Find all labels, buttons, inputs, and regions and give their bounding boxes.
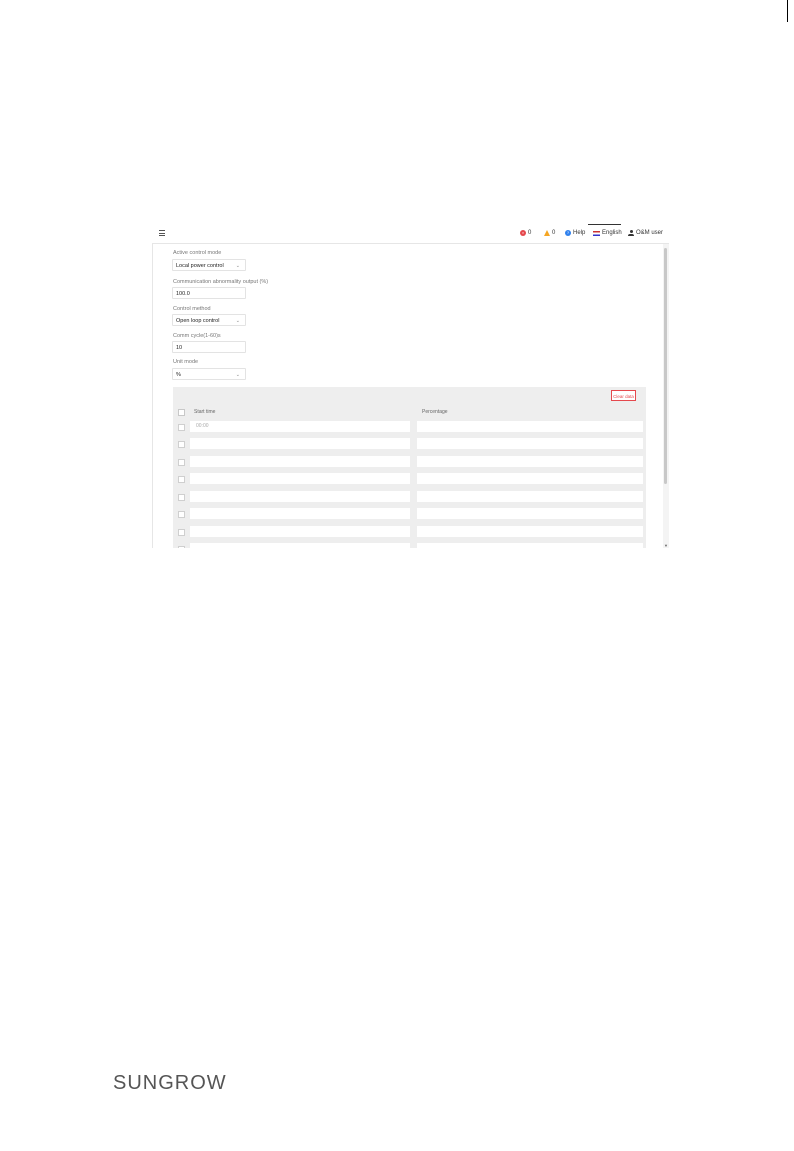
table-row xyxy=(173,489,646,506)
help-icon: ? xyxy=(565,230,571,236)
start-time-input[interactable] xyxy=(190,526,410,537)
language-label: English xyxy=(602,230,622,236)
percentage-input[interactable] xyxy=(417,473,643,484)
table-row xyxy=(173,506,646,523)
vertical-scrollbar[interactable]: ▼ xyxy=(663,244,669,548)
percentage-input[interactable] xyxy=(417,543,643,548)
error-icon: × xyxy=(520,230,526,236)
row-checkbox[interactable] xyxy=(178,424,185,431)
comm-abnormality-output-input[interactable]: 100.0 xyxy=(172,287,246,299)
table-row xyxy=(173,471,646,488)
table-row xyxy=(173,436,646,453)
warning-count[interactable]: 0 xyxy=(544,230,555,236)
flag-icon xyxy=(593,230,600,236)
column-percentage: Percentage xyxy=(422,409,448,415)
user-icon xyxy=(628,230,634,236)
user-label: O&M user xyxy=(636,230,664,236)
start-time-input[interactable] xyxy=(190,491,410,502)
top-bar: × 0 0 ? Help English O&M user xyxy=(152,223,669,243)
start-time-input[interactable] xyxy=(190,543,410,548)
control-method-value: Open loop control xyxy=(176,318,220,324)
row-checkbox[interactable] xyxy=(178,546,185,548)
language-selector[interactable]: English xyxy=(593,230,622,236)
comm-cycle-label: Comm cycle(1-60)s xyxy=(173,333,221,339)
table-row xyxy=(173,454,646,471)
percentage-input[interactable] xyxy=(417,526,643,537)
percentage-input[interactable] xyxy=(417,456,643,467)
language-underline xyxy=(588,224,621,225)
active-control-mode-label: Active control mode xyxy=(173,250,222,256)
start-time-input[interactable]: 00:00 xyxy=(190,421,410,432)
row-checkbox[interactable] xyxy=(178,511,185,518)
comm-abnormality-output-value: 100.0 xyxy=(176,291,190,297)
warning-icon xyxy=(544,230,550,236)
scrollbar-thumb[interactable] xyxy=(664,248,667,484)
percentage-input[interactable] xyxy=(417,491,643,502)
unit-mode-label: Unit mode xyxy=(173,359,199,365)
start-time-input[interactable] xyxy=(190,508,410,519)
active-control-mode-value: Local power control xyxy=(176,263,224,269)
row-checkbox[interactable] xyxy=(178,529,185,536)
screenshot-frame: × 0 0 ? Help English O&M user Active con… xyxy=(152,223,669,548)
help-label: Help xyxy=(573,230,586,236)
table-header: Start time Percentage xyxy=(173,406,646,418)
page-corner-line xyxy=(787,0,788,22)
unit-mode-value: % xyxy=(176,372,181,378)
warning-count-label: 0 xyxy=(552,230,556,236)
start-time-input[interactable] xyxy=(190,438,410,449)
control-method-select[interactable]: Open loop control ⌄ xyxy=(172,314,246,326)
percentage-input[interactable] xyxy=(417,421,643,432)
row-checkbox[interactable] xyxy=(178,476,185,483)
clear-data-button[interactable]: Clear data xyxy=(611,390,636,401)
column-start-time: Start time xyxy=(194,409,216,415)
error-count-label: 0 xyxy=(528,230,532,236)
comm-cycle-value: 10 xyxy=(176,345,183,351)
control-method-label: Control method xyxy=(173,306,211,312)
start-time-input[interactable] xyxy=(190,456,410,467)
percentage-input[interactable] xyxy=(417,438,643,449)
row-checkbox[interactable] xyxy=(178,494,185,501)
unit-mode-select[interactable]: % ⌄ xyxy=(172,368,246,380)
sungrow-logo: SUNGROW xyxy=(113,1072,227,1094)
scroll-down-icon[interactable]: ▼ xyxy=(664,543,668,548)
menu-icon[interactable] xyxy=(159,230,165,236)
active-control-mode-select[interactable]: Local power control ⌄ xyxy=(172,259,246,271)
user-menu[interactable]: O&M user xyxy=(628,230,663,236)
comm-cycle-input[interactable]: 10 xyxy=(172,341,246,353)
error-count[interactable]: × 0 xyxy=(520,230,531,236)
row-checkbox[interactable] xyxy=(178,459,185,466)
table-row xyxy=(173,541,646,548)
comm-abnormality-output-label: Communication abnormality output (%) xyxy=(173,279,269,285)
help-button[interactable]: ? Help xyxy=(565,230,585,236)
select-all-checkbox[interactable] xyxy=(178,409,185,416)
start-time-input[interactable] xyxy=(190,473,410,484)
settings-content: Active control mode Local power control … xyxy=(152,244,663,548)
table-row xyxy=(173,524,646,541)
percentage-input[interactable] xyxy=(417,508,643,519)
chevron-down-icon: ⌄ xyxy=(235,372,240,378)
table-row: 00:00 xyxy=(173,419,646,436)
chevron-down-icon: ⌄ xyxy=(235,318,240,324)
chevron-down-icon: ⌄ xyxy=(235,263,240,269)
row-checkbox[interactable] xyxy=(178,441,185,448)
